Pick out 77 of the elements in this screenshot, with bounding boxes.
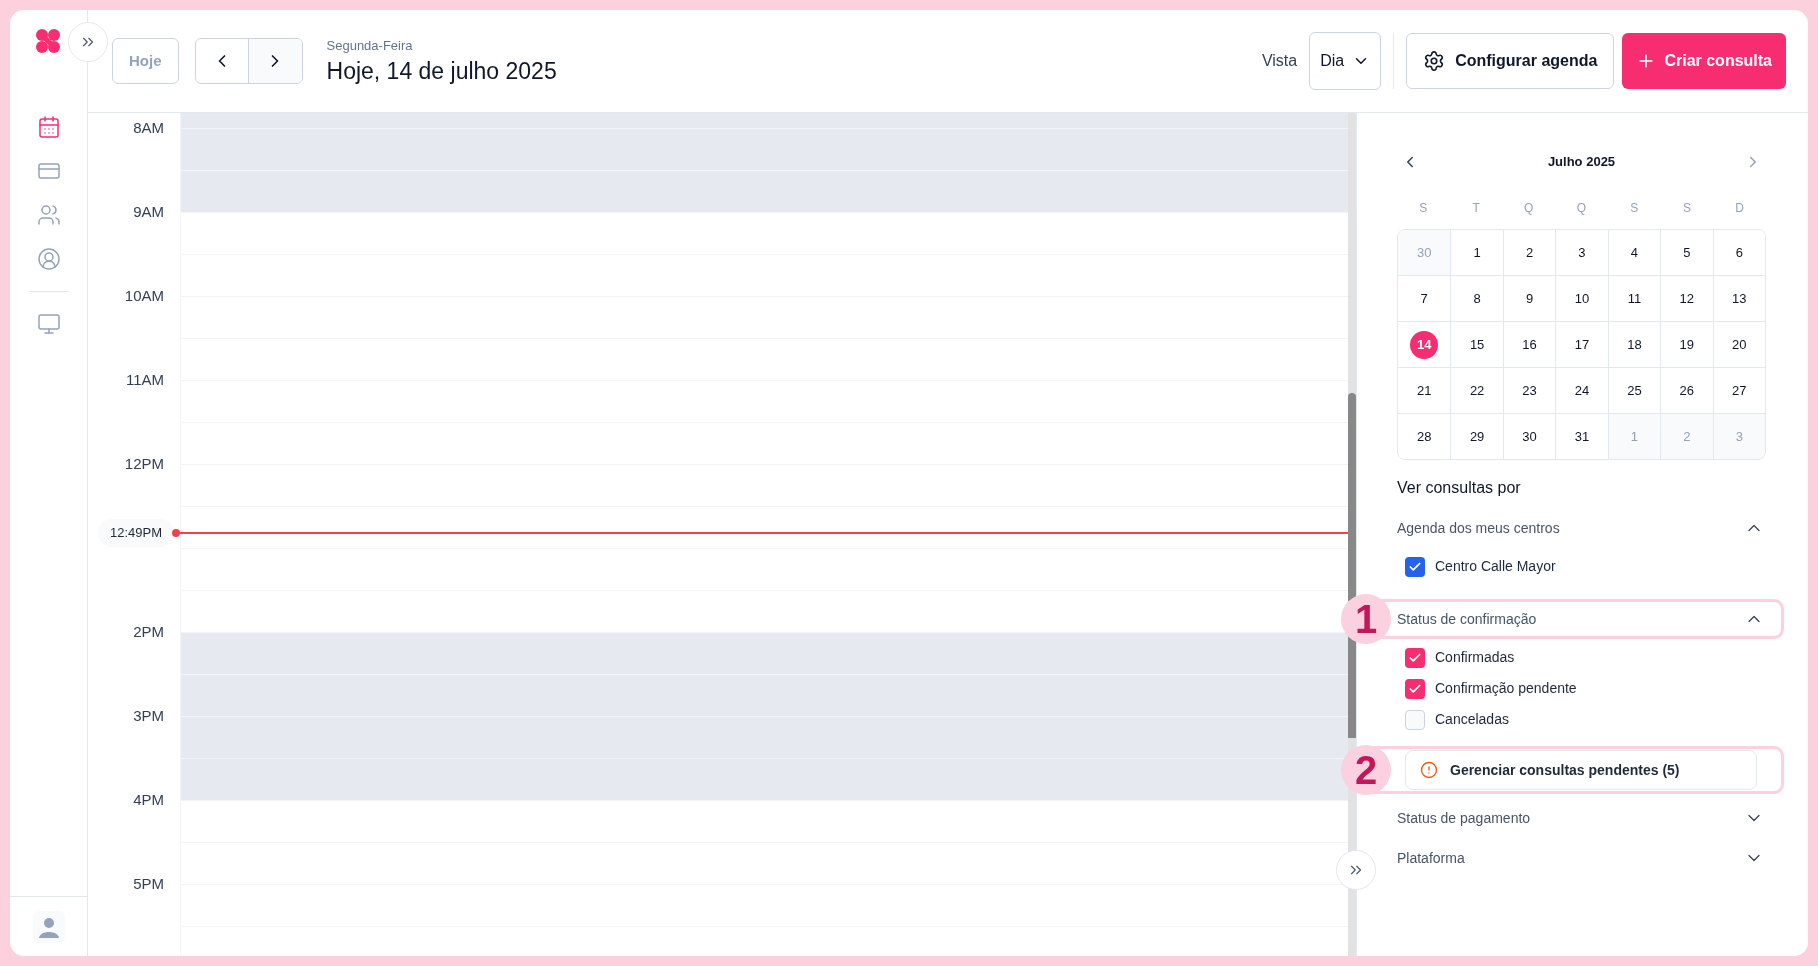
calendar-day[interactable]: 31 <box>1568 422 1596 451</box>
section-title: Plataforma <box>1397 848 1465 868</box>
checkbox-label: Confirmadas <box>1435 648 1515 667</box>
calendar-day[interactable]: 7 <box>1410 284 1439 313</box>
calendar-day[interactable]: 3 <box>1568 238 1596 267</box>
calendar-day[interactable]: 24 <box>1568 376 1596 405</box>
hour-label: 11AM <box>125 371 164 389</box>
current-time-label: 12:49PM <box>98 519 174 547</box>
calendar-day[interactable]: 14 <box>1410 330 1439 359</box>
calendar-day[interactable]: 27 <box>1725 376 1754 405</box>
section-title: Status de pagamento <box>1397 808 1531 828</box>
checkbox[interactable] <box>1405 678 1425 699</box>
checkbox-label: Confirmação pendente <box>1435 679 1577 698</box>
weekday-header: S <box>1418 200 1429 217</box>
hour-label: 5PM <box>133 875 164 893</box>
weekday-header: Q <box>1575 200 1588 217</box>
hour-label: 8AM <box>133 119 164 137</box>
hour-label: 10AM <box>124 287 164 305</box>
calendar-day[interactable]: 17 <box>1568 330 1596 359</box>
weekday-header: T <box>1471 200 1481 217</box>
weekday-label: Segunda-Feira <box>326 37 414 56</box>
calendar-day[interactable]: 16 <box>1515 330 1544 359</box>
calendar-day[interactable]: 12 <box>1672 284 1701 313</box>
filters-title: Ver consultas por <box>1397 478 1522 498</box>
expand-panel-button[interactable] <box>1336 850 1376 890</box>
calendar-day[interactable]: 2 <box>1515 238 1544 267</box>
calendar-day[interactable]: 26 <box>1672 376 1701 405</box>
logo[interactable] <box>35 28 61 54</box>
section-title: Agenda dos meus centros <box>1397 518 1560 538</box>
time-slot[interactable] <box>180 464 1348 548</box>
alert-icon <box>1420 761 1438 779</box>
calendar-day[interactable]: 1 <box>1463 238 1492 267</box>
calendar-day[interactable]: 30 <box>1515 422 1544 451</box>
calendar-day[interactable]: 18 <box>1620 330 1649 359</box>
configure-schedule-button[interactable]: Configurar agenda <box>1406 33 1615 89</box>
calendar-day[interactable]: 21 <box>1410 376 1439 405</box>
next-day-button[interactable] <box>248 39 302 83</box>
settings-icon <box>1423 50 1446 72</box>
checkbox-label: Centro Calle Mayor <box>1435 557 1556 576</box>
hour-label: 9AM <box>133 203 164 221</box>
weekday-header: D <box>1734 200 1745 217</box>
calendar-day[interactable]: 4 <box>1620 238 1649 267</box>
hour-label: 2PM <box>133 623 164 641</box>
checkbox[interactable] <box>1405 556 1425 577</box>
calendar-day[interactable]: 20 <box>1725 330 1754 359</box>
calendar-day[interactable]: 9 <box>1515 284 1544 313</box>
calendar-day[interactable]: 6 <box>1725 238 1754 267</box>
user-avatar[interactable] <box>32 910 65 943</box>
hour-label: 4PM <box>133 791 164 809</box>
hour-label: 3PM <box>133 707 164 725</box>
checkbox[interactable] <box>1405 647 1425 668</box>
calendar-day[interactable]: 29 <box>1463 422 1492 451</box>
calendar-day[interactable]: 11 <box>1620 284 1649 313</box>
section-title: Status de confirmação <box>1397 609 1537 629</box>
calendar-day[interactable]: 10 <box>1568 284 1596 313</box>
calendar-day[interactable]: 5 <box>1672 238 1701 267</box>
calendar-day[interactable]: 19 <box>1672 330 1701 359</box>
calendar-day[interactable]: 15 <box>1463 330 1492 359</box>
checkbox-label: Canceladas <box>1435 710 1509 729</box>
create-appointment-button[interactable]: Criar consulta <box>1622 33 1786 89</box>
view-select[interactable]: Dia <box>1309 32 1382 90</box>
date-title: Hoje, 14 de julho 2025 <box>326 56 557 86</box>
calendar-day[interactable]: 8 <box>1463 284 1492 313</box>
calendar-day[interactable]: 25 <box>1620 376 1649 405</box>
weekday-header: Q <box>1523 200 1535 217</box>
calendar-day[interactable]: 13 <box>1725 284 1754 313</box>
calendar-day[interactable]: 28 <box>1410 422 1439 451</box>
expand-sidebar-button[interactable] <box>68 22 108 62</box>
view-label: Vista <box>1261 51 1298 71</box>
manage-pending-button[interactable]: Gerenciar consultas pendentes (5) <box>1405 750 1757 790</box>
month-title: Julho 2025 <box>1547 153 1616 172</box>
weekday-header: S <box>1681 200 1692 217</box>
calendar-day[interactable]: 22 <box>1463 376 1492 405</box>
hour-label: 12PM <box>124 455 164 473</box>
calendar-day[interactable]: 23 <box>1515 376 1544 405</box>
weekday-header: S <box>1629 200 1640 217</box>
checkbox[interactable] <box>1405 709 1425 730</box>
